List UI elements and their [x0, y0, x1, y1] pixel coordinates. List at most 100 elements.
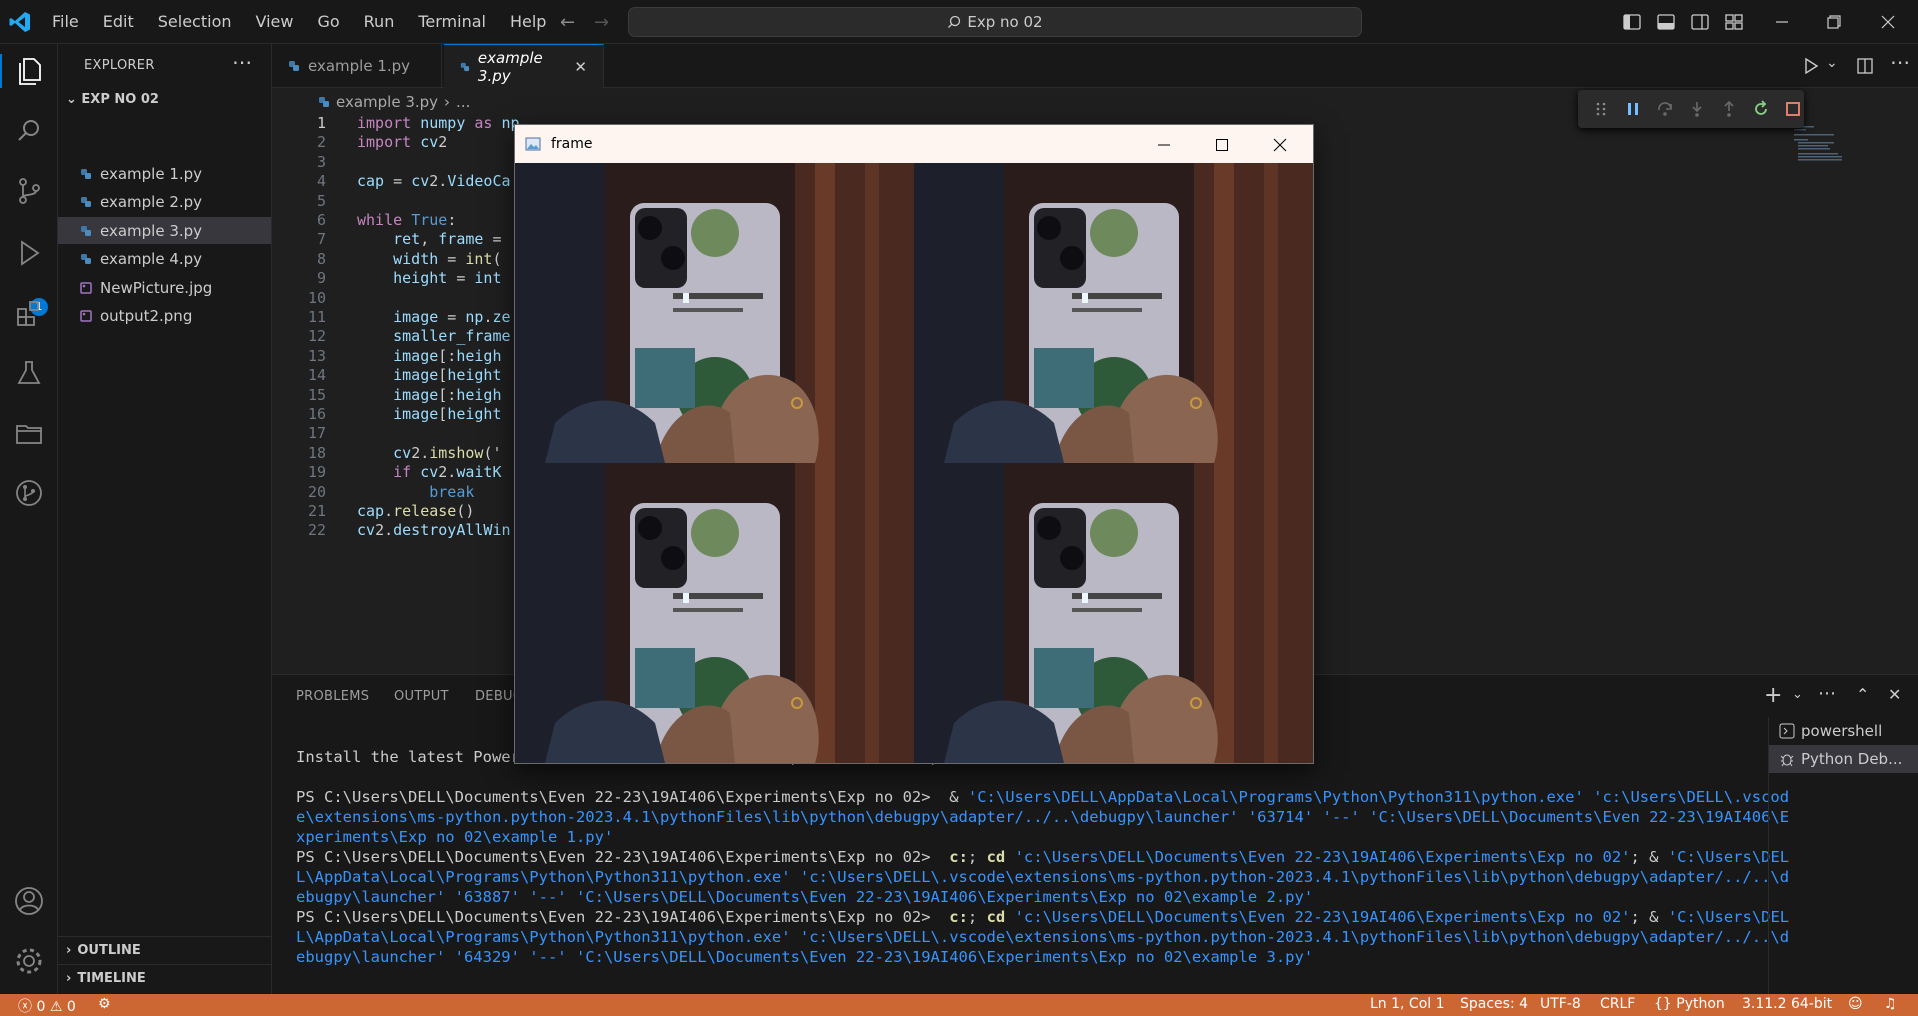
source-control-activity[interactable]: [12, 174, 46, 208]
minimize-icon[interactable]: [1774, 14, 1790, 30]
frame-window-titlebar[interactable]: frame: [515, 125, 1313, 163]
git-graph-activity[interactable]: [12, 476, 46, 510]
menu-view[interactable]: View: [244, 7, 306, 37]
manage-activity[interactable]: [12, 944, 46, 978]
run-python-file-icon[interactable]: [1802, 57, 1820, 75]
workspace-folder[interactable]: ⌄ EXP NO 02: [66, 92, 159, 107]
file-item[interactable]: example 3.py: [58, 217, 271, 244]
language-mode[interactable]: {} Python: [1654, 996, 1725, 1012]
file-label: example 4.py: [100, 250, 203, 268]
cursor-position[interactable]: Ln 1, Col 1: [1370, 996, 1445, 1012]
tab-example-3[interactable]: example 3.py ✕: [444, 44, 604, 88]
line-number: 6: [316, 211, 326, 229]
back-arrow-icon[interactable]: ←: [560, 12, 575, 33]
frame-minimize-icon[interactable]: [1157, 138, 1171, 152]
vscode-logo-icon[interactable]: [8, 10, 32, 34]
testing-activity[interactable]: [12, 356, 46, 390]
toggle-secondary-sidebar-icon[interactable]: [1690, 12, 1710, 32]
outline-section[interactable]: › OUTLINE: [58, 936, 271, 964]
problems-status[interactable]: ⓧ 0 ⚠ 0: [18, 996, 76, 1016]
file-item[interactable]: example 1.py: [58, 160, 271, 187]
accounts-activity[interactable]: [12, 884, 46, 918]
outline-label: OUTLINE: [77, 943, 141, 958]
tab-output[interactable]: OUTPUT: [394, 689, 449, 704]
stop-icon[interactable]: [1784, 100, 1802, 118]
opencv-frame-window[interactable]: frame: [514, 124, 1314, 764]
python-file-icon: [81, 225, 91, 236]
menu-selection[interactable]: Selection: [146, 7, 244, 37]
close-window-icon[interactable]: [1880, 14, 1896, 30]
close-tab-icon[interactable]: ✕: [574, 58, 587, 76]
more-actions-icon[interactable]: ⋯: [232, 50, 252, 74]
breadcrumb-symbol[interactable]: ...: [456, 93, 470, 111]
notifications-bell-icon[interactable]: ♫: [1884, 996, 1897, 1012]
breadcrumb-file[interactable]: example 3.py: [336, 93, 438, 111]
python-file-icon: [319, 97, 329, 107]
chevron-right-icon: ›: [66, 943, 72, 958]
terminal-text: ; &: [1630, 908, 1668, 926]
code-text: cv2.destroyAllWin: [357, 521, 511, 540]
end-of-line[interactable]: CRLF: [1600, 996, 1635, 1012]
remote-explorer-activity[interactable]: [12, 416, 46, 450]
menu-file[interactable]: File: [40, 7, 91, 37]
restart-icon[interactable]: [1752, 100, 1770, 118]
terminal-text: c:: [949, 908, 968, 926]
frame-maximize-icon[interactable]: [1215, 138, 1229, 152]
indentation[interactable]: Spaces: 4: [1460, 996, 1528, 1012]
customize-layout-icon[interactable]: [1724, 12, 1744, 32]
line-number: 5: [316, 191, 326, 210]
tab-example-1[interactable]: example 1.py: [272, 44, 442, 88]
terminal-item-powershell[interactable]: powershell: [1769, 717, 1918, 745]
frame-close-icon[interactable]: [1273, 138, 1287, 152]
explorer-activity[interactable]: [0, 54, 58, 88]
forward-arrow-icon[interactable]: →: [594, 12, 609, 33]
toggle-panel-icon[interactable]: [1656, 12, 1676, 32]
drag-handle-icon[interactable]: [1592, 100, 1610, 118]
terminal-output[interactable]: Install the latest PowerShell for new fe…: [296, 747, 1789, 967]
extensions-activity[interactable]: [12, 296, 46, 330]
timeline-section[interactable]: › TIMELINE: [58, 964, 271, 992]
step-over-icon[interactable]: [1656, 100, 1674, 118]
new-terminal-icon[interactable]: +: [1764, 683, 1782, 708]
feedback-icon[interactable]: ☺: [1848, 996, 1863, 1012]
step-into-icon[interactable]: [1688, 100, 1706, 118]
debug-launch-icon[interactable]: ⚙: [98, 996, 111, 1012]
menu-go[interactable]: Go: [305, 7, 351, 37]
line-number: 8: [316, 249, 326, 268]
menu-edit[interactable]: Edit: [91, 7, 146, 37]
line-number: 3: [316, 152, 326, 171]
search-activity[interactable]: [12, 114, 46, 148]
restore-icon[interactable]: [1826, 14, 1842, 30]
file-item[interactable]: NewPicture.jpg: [58, 274, 271, 301]
python-interpreter[interactable]: 3.11.2 64-bit: [1742, 996, 1832, 1012]
terminal-line: L\AppData\Local\Programs\Python\Python31…: [296, 927, 1789, 947]
line-number: 17: [307, 424, 326, 443]
menu-help[interactable]: Help: [498, 7, 558, 37]
encoding[interactable]: UTF-8: [1540, 996, 1581, 1012]
run-dropdown-chevron-icon[interactable]: ⌄: [1826, 55, 1838, 71]
menu-terminal[interactable]: Terminal: [406, 7, 498, 37]
panel-more-actions-icon[interactable]: ⋯: [1818, 683, 1836, 704]
file-item[interactable]: example 2.py: [58, 189, 271, 216]
minimap[interactable]: [1790, 124, 1850, 164]
line-number: 18: [307, 443, 326, 462]
python-file-icon: [460, 62, 470, 71]
close-panel-icon[interactable]: ✕: [1888, 685, 1901, 704]
step-out-icon[interactable]: [1720, 100, 1738, 118]
command-center-search[interactable]: Exp no 02: [628, 7, 1362, 37]
file-item[interactable]: output2.png: [58, 303, 271, 330]
tab-problems[interactable]: PROBLEMS: [296, 689, 369, 704]
file-label: output2.png: [100, 307, 193, 325]
editor-more-actions-icon[interactable]: ⋯: [1890, 50, 1910, 74]
search-icon: [948, 15, 961, 28]
toggle-primary-sidebar-icon[interactable]: [1622, 12, 1642, 32]
terminal-text: 'C:\Users\DELL\AppData\Local\Programs\Py…: [967, 788, 1790, 806]
menu-run[interactable]: Run: [352, 7, 407, 37]
maximize-panel-icon[interactable]: ⌃: [1856, 685, 1869, 704]
terminal-item-python-debug[interactable]: Python Deb...: [1769, 745, 1918, 773]
split-editor-icon[interactable]: [1856, 57, 1874, 75]
pause-icon[interactable]: [1624, 100, 1642, 118]
terminal-dropdown-chevron-icon[interactable]: ⌄: [1792, 687, 1803, 702]
file-item[interactable]: example 4.py: [58, 246, 271, 273]
run-debug-activity[interactable]: [12, 236, 46, 270]
